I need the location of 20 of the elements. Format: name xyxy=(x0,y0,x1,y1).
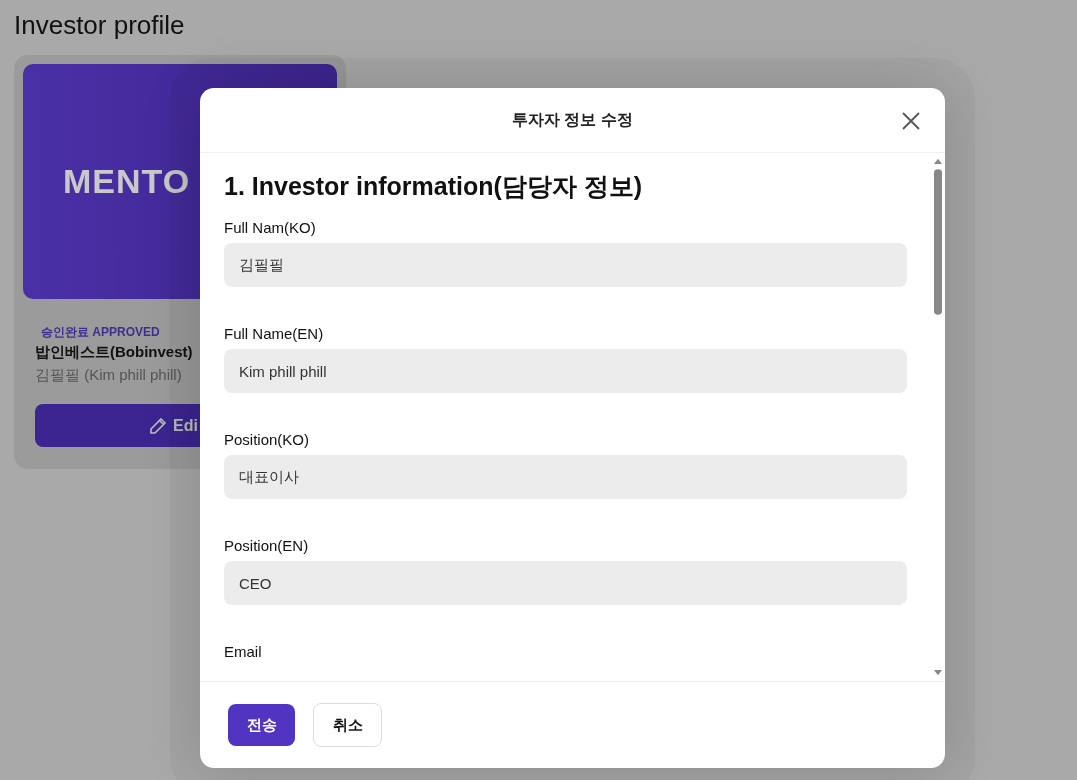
cancel-button[interactable]: 취소 xyxy=(313,703,382,747)
field-label: Position(KO) xyxy=(224,431,311,449)
dialog-title: 투자자 정보 수정 xyxy=(512,110,633,130)
pencil-icon xyxy=(149,416,167,435)
status-label: 승인완료 APPROVED xyxy=(41,324,160,342)
input-field[interactable]: CEO xyxy=(224,561,907,605)
scrollbar[interactable] xyxy=(931,157,945,677)
logo-text: MENTO xyxy=(63,161,191,203)
input-field[interactable]: 대표이사 xyxy=(224,455,907,499)
section-title: 1. Investor information(담당자 정보) xyxy=(224,171,644,201)
field-label: Full Nam(KO) xyxy=(224,219,317,237)
submit-button[interactable]: 전송 xyxy=(228,704,295,746)
input-field[interactable]: Kim phill phill xyxy=(224,349,907,393)
company-name: 밥인베스트(Bobinvest) xyxy=(35,342,193,363)
person-name: 김필필 (Kim phill phill) xyxy=(35,364,182,385)
field-label: Full Name(EN) xyxy=(224,325,325,343)
field-label: Email xyxy=(224,643,263,661)
page-title: Investor profile xyxy=(14,10,186,42)
input-field[interactable]: 김필필 xyxy=(224,243,907,287)
field-label: Position(EN) xyxy=(224,537,310,555)
